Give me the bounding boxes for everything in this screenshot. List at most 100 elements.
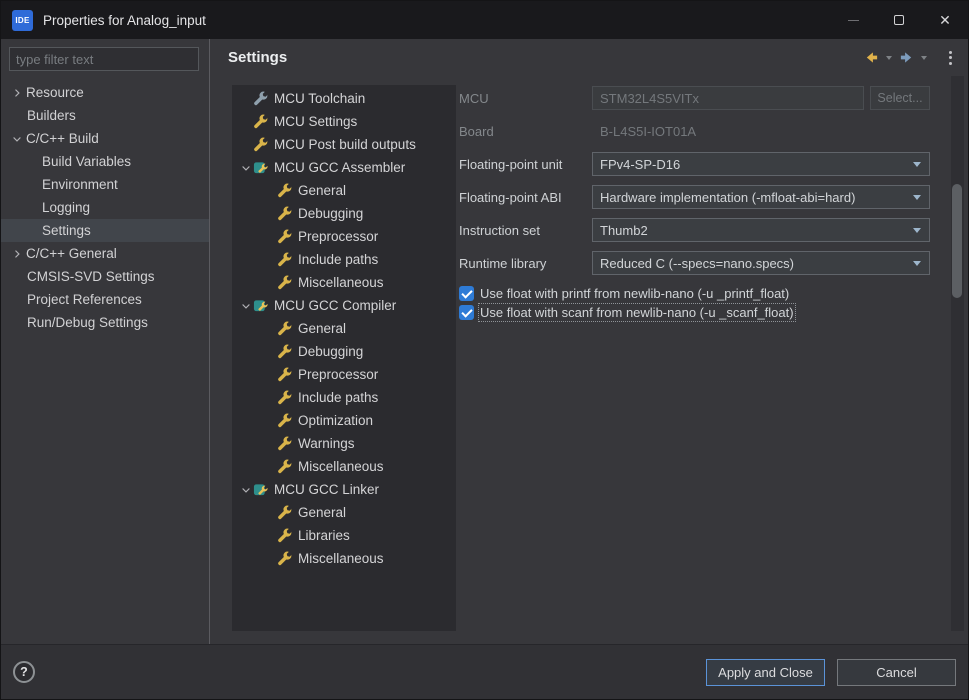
tool-tree-item-assembler-general[interactable]: General bbox=[232, 179, 456, 202]
instruction-set-label: Instruction set bbox=[459, 223, 592, 238]
tool-group-icon bbox=[253, 160, 268, 175]
tool-tree-item-compiler-miscellaneous[interactable]: Miscellaneous bbox=[232, 455, 456, 478]
tool-icon bbox=[253, 137, 268, 152]
tool-tree-item-mcu-post-build-outputs[interactable]: MCU Post build outputs bbox=[232, 133, 456, 156]
tool-tree-item-assembler-miscellaneous[interactable]: Miscellaneous bbox=[232, 271, 456, 294]
tool-tree-label: Miscellaneous bbox=[298, 551, 384, 566]
tool-tree-item-compiler-warnings[interactable]: Warnings bbox=[232, 432, 456, 455]
tool-tree-item-mcu-gcc-assembler[interactable]: MCU GCC Assembler bbox=[232, 156, 456, 179]
forward-history-caret-icon[interactable] bbox=[921, 56, 927, 60]
tool-icon bbox=[277, 275, 292, 290]
apply-and-close-button[interactable]: Apply and Close bbox=[706, 659, 825, 686]
close-button[interactable]: ✕ bbox=[922, 1, 968, 39]
sidebar-item-label: C/C++ Build bbox=[26, 131, 99, 146]
tool-icon bbox=[277, 229, 292, 244]
chevron-down-icon[interactable] bbox=[238, 162, 253, 174]
tool-tree-label: Debugging bbox=[298, 344, 363, 359]
fpu-label: Floating-point unit bbox=[459, 157, 592, 172]
chevron-down-icon[interactable] bbox=[238, 484, 253, 496]
settings-content: MCU Toolchain MCU Settings MCU Post buil… bbox=[210, 76, 968, 644]
mcu-select-button: Select... bbox=[870, 86, 930, 110]
scrollbar-thumb[interactable] bbox=[952, 184, 962, 298]
sidebar-item-project-references[interactable]: Project References bbox=[1, 288, 209, 311]
sidebar-item-cmsis-svd-settings[interactable]: CMSIS-SVD Settings bbox=[1, 265, 209, 288]
sidebar-item-label: Builders bbox=[27, 108, 76, 123]
chevron-down-icon[interactable] bbox=[8, 133, 26, 145]
tool-icon bbox=[277, 390, 292, 405]
tool-tree-item-linker-miscellaneous[interactable]: Miscellaneous bbox=[232, 547, 456, 570]
tool-icon bbox=[253, 114, 268, 129]
tool-tree-item-compiler-include-paths[interactable]: Include paths bbox=[232, 386, 456, 409]
tool-tree-item-compiler-preprocessor[interactable]: Preprocessor bbox=[232, 363, 456, 386]
tool-tree-item-linker-general[interactable]: General bbox=[232, 501, 456, 524]
sidebar-item-resource[interactable]: Resource bbox=[1, 81, 209, 104]
sidebar-item-label: C/C++ General bbox=[26, 246, 117, 261]
board-label: Board bbox=[459, 124, 592, 139]
maximize-button[interactable] bbox=[876, 1, 922, 39]
sidebar-item-environment[interactable]: Environment bbox=[1, 173, 209, 196]
sidebar-item-settings[interactable]: Settings bbox=[1, 219, 209, 242]
tool-icon bbox=[277, 252, 292, 267]
properties-dialog: IDE Properties for Analog_input ✕ Resour… bbox=[0, 0, 969, 700]
sidebar-item-run-debug-settings[interactable]: Run/Debug Settings bbox=[1, 311, 209, 334]
instruction-set-value: Thumb2 bbox=[600, 223, 648, 238]
tool-tree-item-compiler-optimization[interactable]: Optimization bbox=[232, 409, 456, 432]
back-history-caret-icon[interactable] bbox=[886, 56, 892, 60]
tool-tree-item-assembler-preprocessor[interactable]: Preprocessor bbox=[232, 225, 456, 248]
float-abi-dropdown[interactable]: Hardware implementation (-mfloat-abi=har… bbox=[592, 185, 930, 209]
sidebar-item-cpp-general[interactable]: C/C++ General bbox=[1, 242, 209, 265]
mcu-field bbox=[592, 86, 864, 110]
tool-tree-item-compiler-debugging[interactable]: Debugging bbox=[232, 340, 456, 363]
tool-icon bbox=[277, 436, 292, 451]
tool-tree-item-compiler-general[interactable]: General bbox=[232, 317, 456, 340]
tool-tree-item-assembler-include-paths[interactable]: Include paths bbox=[232, 248, 456, 271]
sidebar-item-logging[interactable]: Logging bbox=[1, 196, 209, 219]
tool-group-icon bbox=[253, 482, 268, 497]
sidebar-item-label: Settings bbox=[42, 223, 91, 238]
sidebar-item-builders[interactable]: Builders bbox=[1, 104, 209, 127]
tool-tree-item-assembler-debugging[interactable]: Debugging bbox=[232, 202, 456, 225]
dialog-footer: ? Apply and Close Cancel bbox=[1, 644, 968, 699]
view-menu-button[interactable] bbox=[943, 51, 958, 65]
printf-float-label: Use float with printf from newlib-nano (… bbox=[480, 286, 789, 301]
tool-tree-label: General bbox=[298, 505, 346, 520]
mcu-settings-form: MCU Select... Board B-L4S5I-IOT01A Float… bbox=[459, 86, 930, 322]
tool-icon bbox=[277, 413, 292, 428]
board-value: B-L4S5I-IOT01A bbox=[592, 119, 930, 143]
tool-tree-item-mcu-gcc-compiler[interactable]: MCU GCC Compiler bbox=[232, 294, 456, 317]
sidebar-item-label: CMSIS-SVD Settings bbox=[27, 269, 155, 284]
runtime-library-label: Runtime library bbox=[459, 256, 592, 271]
tool-tree-label: General bbox=[298, 183, 346, 198]
chevron-right-icon[interactable] bbox=[8, 87, 26, 99]
tool-tree-item-mcu-toolchain[interactable]: MCU Toolchain bbox=[232, 87, 456, 110]
float-abi-label: Floating-point ABI bbox=[459, 190, 592, 205]
sidebar-item-label: Resource bbox=[26, 85, 84, 100]
scanf-float-checkbox[interactable] bbox=[459, 305, 474, 320]
sidebar-item-label: Environment bbox=[42, 177, 118, 192]
instruction-set-dropdown[interactable]: Thumb2 bbox=[592, 218, 930, 242]
tool-icon bbox=[277, 321, 292, 336]
cancel-button[interactable]: Cancel bbox=[837, 659, 956, 686]
tool-tree-item-linker-libraries[interactable]: Libraries bbox=[232, 524, 456, 547]
maximize-icon bbox=[894, 15, 904, 25]
tool-tree-item-mcu-settings[interactable]: MCU Settings bbox=[232, 110, 456, 133]
chevron-down-icon[interactable] bbox=[238, 300, 253, 312]
chevron-right-icon[interactable] bbox=[8, 248, 26, 260]
fpu-dropdown[interactable]: FPv4-SP-D16 bbox=[592, 152, 930, 176]
tool-group-icon bbox=[253, 298, 268, 313]
help-button[interactable]: ? bbox=[13, 661, 35, 683]
printf-float-checkbox[interactable] bbox=[459, 286, 474, 301]
runtime-library-dropdown[interactable]: Reduced C (--specs=nano.specs) bbox=[592, 251, 930, 275]
sidebar-item-label: Build Variables bbox=[42, 154, 131, 169]
vertical-scrollbar[interactable] bbox=[951, 76, 964, 631]
app-icon: IDE bbox=[12, 10, 33, 31]
sidebar-item-cpp-build[interactable]: C/C++ Build bbox=[1, 127, 209, 150]
tool-tree-label: Include paths bbox=[298, 390, 378, 405]
filter-input[interactable] bbox=[9, 47, 199, 71]
scanf-float-label: Use float with scanf from newlib-nano (-… bbox=[480, 305, 794, 320]
minimize-button[interactable] bbox=[830, 1, 876, 39]
sidebar-item-build-variables[interactable]: Build Variables bbox=[1, 150, 209, 173]
forward-button[interactable] bbox=[898, 49, 915, 66]
tool-tree-item-mcu-gcc-linker[interactable]: MCU GCC Linker bbox=[232, 478, 456, 501]
back-button[interactable] bbox=[863, 49, 880, 66]
